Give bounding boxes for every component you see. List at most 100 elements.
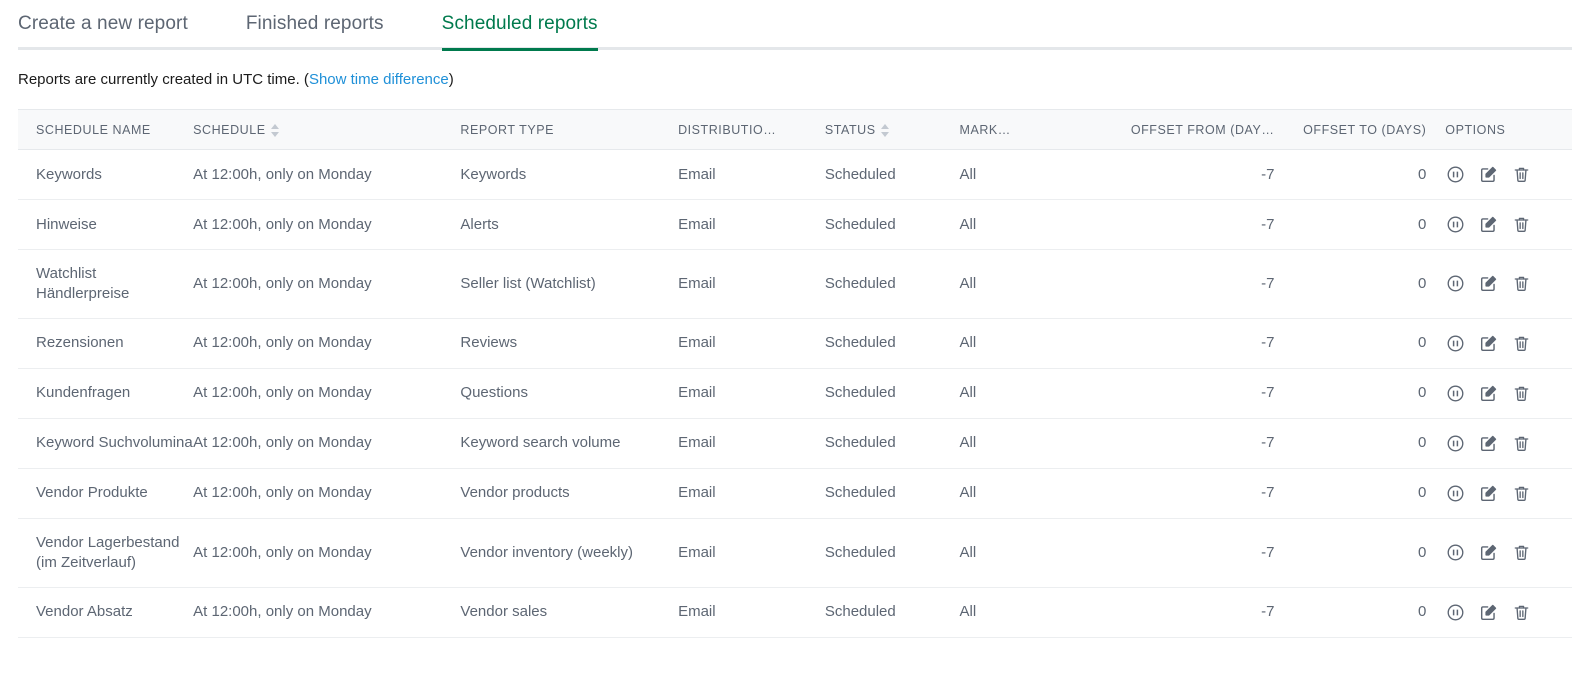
- cell-status: Scheduled: [824, 249, 960, 319]
- row-options-cell: [1437, 518, 1572, 588]
- table-row[interactable]: Hinweise At 12:00h, only on Monday Alerts E…: [18, 199, 1572, 250]
- delete-icon[interactable]: [1511, 273, 1532, 294]
- cell-schedule-name: Watchlist Händlerpreise: [18, 249, 194, 319]
- cell-offset-from: -7: [1050, 149, 1286, 200]
- column-header-status[interactable]: STATUS: [824, 110, 960, 150]
- table-row[interactable]: Watchlist Händlerpreise At 12:00h, only o…: [18, 249, 1572, 319]
- utc-notice-text-before: Reports are currently created in UTC tim…: [18, 71, 309, 88]
- table-body: Keywords At 12:00h, only on Monday Keyword…: [18, 149, 1572, 638]
- cell-status: Scheduled: [824, 199, 960, 250]
- delete-icon[interactable]: [1511, 542, 1532, 563]
- table-row[interactable]: Vendor Produkte At 12:00h, only on Monday…: [18, 468, 1572, 519]
- row-options-cell: [1437, 587, 1572, 638]
- edit-icon[interactable]: [1478, 602, 1499, 623]
- column-header-inner: SCHEDULE: [193, 123, 279, 137]
- table-row[interactable]: Vendor Lagerbestand (im Zeitverlauf) At 1…: [18, 518, 1572, 588]
- cell-offset-to: 0: [1285, 318, 1438, 369]
- column-header-label: OPTIONS: [1445, 123, 1506, 137]
- pause-icon[interactable]: [1445, 542, 1466, 563]
- pause-icon[interactable]: [1445, 433, 1466, 454]
- edit-icon[interactable]: [1478, 433, 1499, 454]
- cell-marketplace: All: [959, 249, 1051, 319]
- cell-status: Scheduled: [824, 518, 960, 588]
- report-tabs: Create a new report Finished reports Sched…: [18, 0, 1572, 51]
- table-header-row: SCHEDULE NAME SCHEDULE REPORT TYPE DISTRIBU…: [18, 110, 1572, 150]
- cell-report-type: Vendor sales: [460, 587, 679, 638]
- column-header-inner: STATUS: [825, 123, 890, 137]
- edit-icon[interactable]: [1478, 333, 1499, 354]
- tab-finished-reports[interactable]: Finished reports: [246, 0, 384, 48]
- table-row[interactable]: Keywords At 12:00h, only on Monday Keyword…: [18, 149, 1572, 200]
- cell-schedule-name: Kundenfragen: [18, 368, 194, 419]
- cell-status: Scheduled: [824, 418, 960, 469]
- cell-offset-to: 0: [1285, 418, 1438, 469]
- cell-schedule: At 12:00h, only on Monday: [193, 518, 461, 588]
- table-row[interactable]: Rezensionen At 12:00h, only on Monday Revi…: [18, 318, 1572, 369]
- column-header-schedule[interactable]: SCHEDULE: [193, 110, 461, 150]
- cell-schedule-name: Vendor Lagerbestand (im Zeitverlauf): [18, 518, 194, 588]
- pause-icon[interactable]: [1445, 383, 1466, 404]
- table-row[interactable]: Kundenfragen At 12:00h, only on Monday Que…: [18, 368, 1572, 419]
- pause-icon[interactable]: [1445, 273, 1466, 294]
- edit-icon[interactable]: [1478, 164, 1499, 185]
- tab-scheduled-reports[interactable]: Scheduled reports: [441, 0, 598, 51]
- column-header-inner: OFFSET TO (DAYS): [1303, 123, 1426, 137]
- table-row[interactable]: Vendor Absatz At 12:00h, only on Monday Ve…: [18, 587, 1572, 638]
- cell-schedule-name: Hinweise: [18, 199, 194, 250]
- cell-report-type: Vendor products: [460, 468, 679, 519]
- delete-icon[interactable]: [1511, 333, 1532, 354]
- cell-marketplace: All: [959, 149, 1051, 200]
- sort-arrows-icon[interactable]: [880, 123, 890, 137]
- cell-offset-to: 0: [1285, 249, 1438, 319]
- sort-arrows-icon[interactable]: [270, 123, 280, 137]
- cell-distribution: Email: [678, 468, 825, 519]
- cell-offset-to: 0: [1285, 149, 1438, 200]
- pause-icon[interactable]: [1445, 164, 1466, 185]
- edit-icon[interactable]: [1478, 383, 1499, 404]
- edit-icon[interactable]: [1478, 273, 1499, 294]
- cell-schedule: At 12:00h, only on Monday: [193, 468, 461, 519]
- cell-offset-from: -7: [1050, 368, 1286, 419]
- pause-icon[interactable]: [1445, 214, 1466, 235]
- cell-schedule: At 12:00h, only on Monday: [193, 149, 461, 200]
- cell-report-type: Seller list (Watchlist): [460, 249, 679, 319]
- table-row[interactable]: Keyword Suchvolumina At 12:00h, only on M…: [18, 418, 1572, 469]
- cell-schedule-name: Keywords: [18, 149, 194, 200]
- pause-icon[interactable]: [1445, 483, 1466, 504]
- show-time-difference-link[interactable]: Show time difference: [309, 71, 449, 88]
- edit-icon[interactable]: [1478, 214, 1499, 235]
- row-options-cell: [1437, 418, 1572, 469]
- cell-offset-from: -7: [1050, 318, 1286, 369]
- cell-schedule: At 12:00h, only on Monday: [193, 249, 461, 319]
- column-header-label: SCHEDULE: [193, 123, 266, 137]
- row-options: [1445, 214, 1572, 235]
- delete-icon[interactable]: [1511, 602, 1532, 623]
- edit-icon[interactable]: [1478, 542, 1499, 563]
- cell-marketplace: All: [959, 318, 1051, 369]
- cell-schedule-name: Rezensionen: [18, 318, 194, 369]
- cell-distribution: Email: [678, 149, 825, 200]
- cell-schedule-name: Vendor Produkte: [18, 468, 194, 519]
- column-header-options: OPTIONS: [1437, 110, 1572, 150]
- row-options: [1445, 383, 1572, 404]
- cell-offset-from: -7: [1050, 199, 1286, 250]
- column-header-inner: OPTIONS: [1445, 123, 1505, 137]
- delete-icon[interactable]: [1511, 483, 1532, 504]
- delete-icon[interactable]: [1511, 164, 1532, 185]
- cell-distribution: Email: [678, 518, 825, 588]
- column-header-schedule-name: SCHEDULE NAME: [18, 110, 194, 150]
- cell-marketplace: All: [959, 418, 1051, 469]
- cell-status: Scheduled: [824, 149, 960, 200]
- cell-offset-to: 0: [1285, 199, 1438, 250]
- delete-icon[interactable]: [1511, 214, 1532, 235]
- delete-icon[interactable]: [1511, 433, 1532, 454]
- cell-marketplace: All: [959, 587, 1051, 638]
- pause-icon[interactable]: [1445, 602, 1466, 623]
- column-header-inner: MARK…: [959, 123, 1010, 137]
- cell-distribution: Email: [678, 368, 825, 419]
- edit-icon[interactable]: [1478, 483, 1499, 504]
- cell-distribution: Email: [678, 318, 825, 369]
- pause-icon[interactable]: [1445, 333, 1466, 354]
- delete-icon[interactable]: [1511, 383, 1532, 404]
- tab-create-a-new-report[interactable]: Create a new report: [18, 0, 188, 48]
